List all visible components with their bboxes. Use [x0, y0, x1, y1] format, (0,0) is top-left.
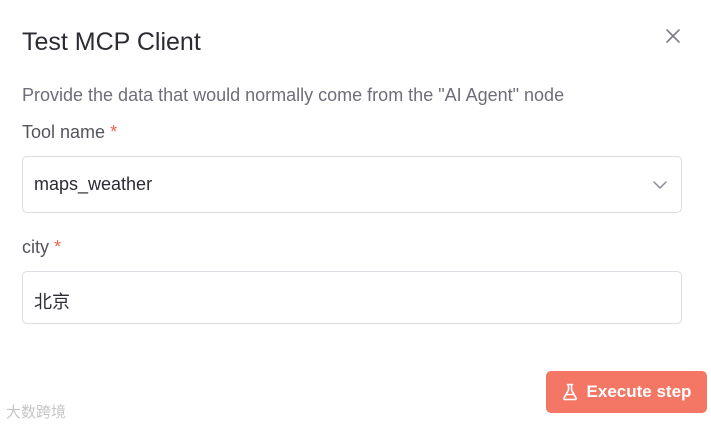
city-label-text: city	[22, 237, 49, 257]
tool-name-value: maps_weather	[34, 174, 153, 194]
required-marker: *	[54, 237, 62, 257]
execute-step-button[interactable]: Execute step	[546, 371, 707, 413]
city-value: 北京	[34, 292, 70, 312]
city-label: city *	[22, 236, 61, 258]
execute-step-label: Execute step	[586, 382, 692, 401]
dialog-description: Provide the data that would normally com…	[22, 85, 565, 105]
watermark: 大数跨境	[6, 404, 67, 421]
close-button[interactable]	[662, 25, 684, 47]
dialog-title: Test MCP Client	[22, 28, 201, 56]
tool-name-label-text: Tool name	[22, 122, 106, 142]
city-input[interactable]: 北京	[22, 271, 682, 324]
test-mcp-client-dialog: Test MCP Client Provide the data that wo…	[0, 0, 711, 429]
required-marker: *	[110, 122, 118, 142]
tool-name-label: Tool name *	[22, 121, 117, 143]
tool-name-select[interactable]: maps_weather	[22, 156, 682, 213]
chevron-down-icon	[653, 181, 667, 189]
close-icon	[666, 29, 680, 43]
flask-icon	[562, 383, 577, 401]
